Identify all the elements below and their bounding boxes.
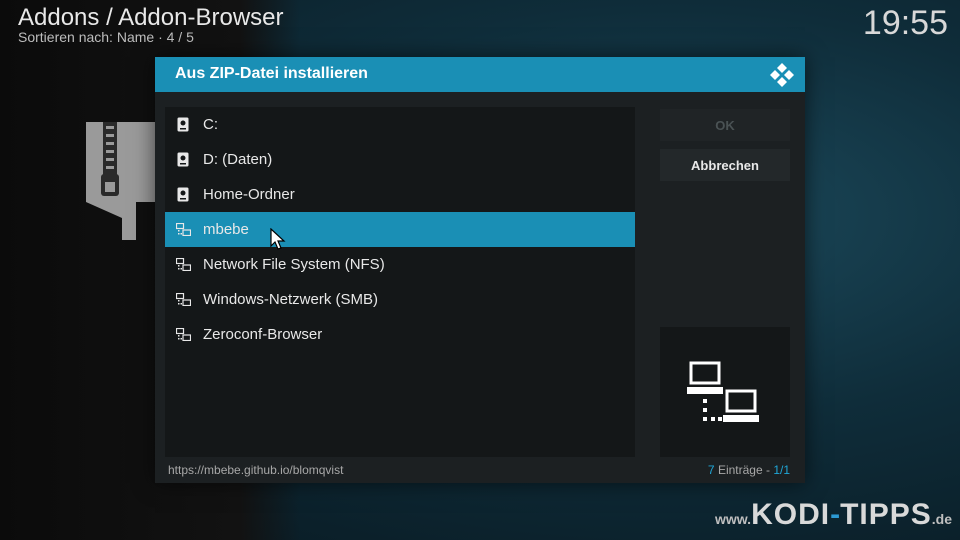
count-number: 7 bbox=[707, 463, 715, 477]
list-item-label: Zeroconf-Browser bbox=[203, 326, 323, 343]
list-item-label: D: (Daten) bbox=[203, 151, 273, 168]
list-item-d-drive[interactable]: D: (Daten) bbox=[165, 142, 635, 177]
mouse-cursor-icon bbox=[270, 228, 286, 250]
source-preview bbox=[660, 327, 790, 457]
footer-path: https://mbebe.github.io/blomqvist bbox=[168, 463, 344, 477]
page-title: Addons / Addon-Browser bbox=[18, 4, 284, 31]
cancel-button[interactable]: Abbrechen bbox=[660, 149, 790, 181]
list-item-home-folder[interactable]: Home-Ordner bbox=[165, 177, 635, 212]
dialog-header: Aus ZIP-Datei installieren bbox=[155, 57, 805, 92]
network-icon bbox=[175, 327, 191, 343]
kodi-logo-icon bbox=[770, 63, 794, 87]
list-item-smb[interactable]: Windows-Netzwerk (SMB) bbox=[165, 282, 635, 317]
watermark-tipps: TIPPS bbox=[840, 498, 932, 531]
count-text: Einträge - bbox=[714, 463, 774, 477]
network-icon bbox=[175, 292, 191, 308]
network-icon bbox=[175, 222, 191, 238]
list-item-label: Network File System (NFS) bbox=[203, 256, 385, 273]
watermark-dash: - bbox=[830, 498, 841, 531]
drive-icon bbox=[175, 187, 191, 203]
drive-icon bbox=[175, 117, 191, 133]
list-item-zeroconf[interactable]: Zeroconf-Browser bbox=[165, 317, 635, 352]
watermark-de: .de bbox=[931, 511, 952, 527]
list-item-label: Home-Ordner bbox=[203, 186, 295, 203]
ok-button[interactable]: OK bbox=[660, 109, 790, 141]
list-item-label: mbebe bbox=[203, 221, 249, 238]
dialog-title: Aus ZIP-Datei installieren bbox=[175, 65, 368, 82]
watermark-www: www. bbox=[715, 511, 752, 527]
watermark-kodi: KODI bbox=[751, 498, 831, 531]
page-indicator: 1/1 bbox=[773, 463, 790, 477]
list-item-mbebe[interactable]: mbebe bbox=[165, 212, 635, 247]
list-item-c-drive[interactable]: C: bbox=[165, 107, 635, 142]
network-icon bbox=[687, 361, 759, 422]
list-item-label: C: bbox=[203, 116, 218, 133]
source-list: C: D: (Daten) Home-Ordner mbebe Network … bbox=[165, 107, 635, 457]
network-icon bbox=[175, 257, 191, 273]
list-item-nfs[interactable]: Network File System (NFS) bbox=[165, 247, 635, 282]
clock: 19:55 bbox=[862, 4, 948, 42]
list-item-label: Windows-Netzwerk (SMB) bbox=[203, 291, 379, 308]
install-from-zip-dialog: Aus ZIP-Datei installieren C: D: (Daten) bbox=[155, 57, 805, 483]
item-count: 7 Einträge - 1/1 bbox=[708, 463, 790, 477]
watermark: www.KODI-TIPPS.de bbox=[715, 498, 952, 532]
sort-info: Sortieren nach: Name · 4 / 5 bbox=[18, 29, 194, 45]
drive-icon bbox=[175, 152, 191, 168]
